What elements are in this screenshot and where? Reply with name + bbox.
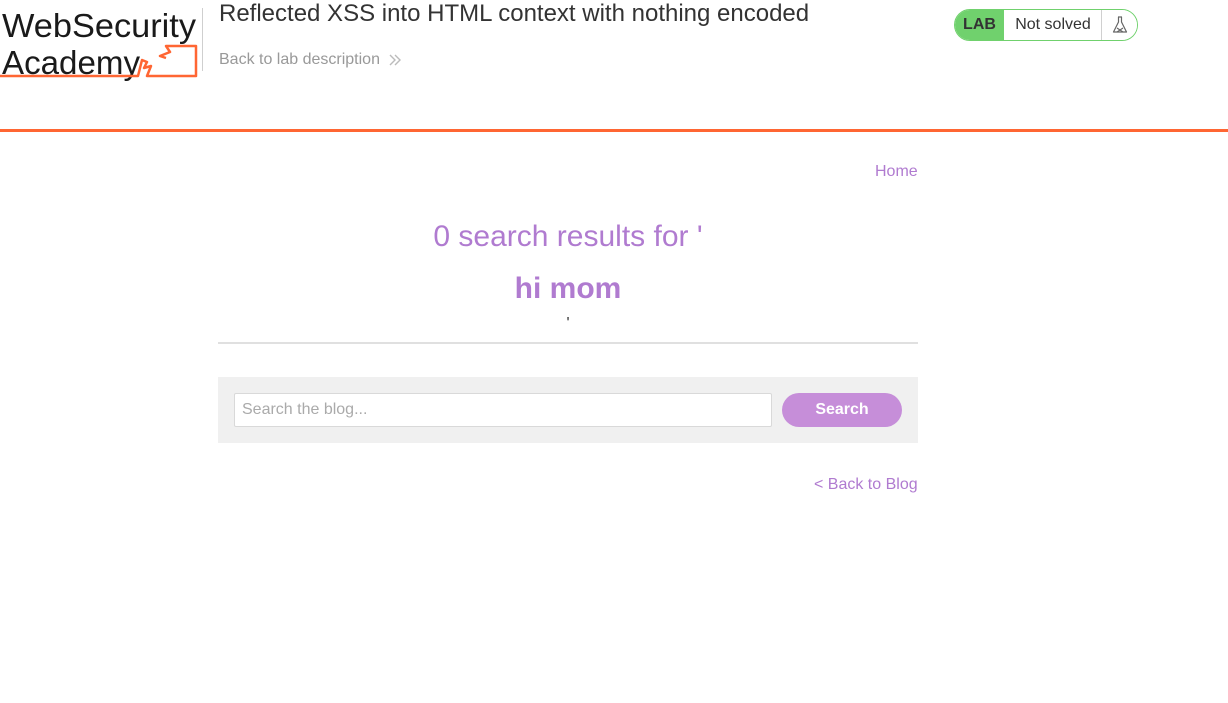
flask-icon	[1112, 16, 1128, 33]
search-panel: Search	[218, 377, 918, 443]
home-link[interactable]: Home	[875, 163, 918, 181]
lab-title: Reflected XSS into HTML context with not…	[219, 0, 810, 27]
search-term: hi mom	[514, 272, 622, 305]
back-to-blog-link[interactable]: < Back to Blog	[814, 476, 918, 494]
page: WebSecurity Academy Reflected XSS into H…	[0, 0, 1228, 703]
logo-divider	[202, 8, 203, 71]
double-chevron-right-icon	[389, 54, 401, 66]
web-security-academy-logo[interactable]: WebSecurity Academy	[0, 6, 202, 82]
back-to-lab-description-link[interactable]: Back to lab description	[219, 51, 402, 69]
lab-status-widget: LAB Not solved	[954, 9, 1138, 41]
results-divider	[218, 342, 918, 344]
lab-status-text: Not solved	[1015, 16, 1091, 33]
header: WebSecurity Academy Reflected XSS into H…	[0, 0, 1228, 132]
back-link-label: Back to lab description	[219, 51, 380, 68]
flask-button[interactable]	[1101, 10, 1137, 40]
search-input[interactable]	[234, 393, 772, 427]
search-term-closing-quote: '	[566, 315, 570, 332]
lab-tag: LAB	[955, 10, 1004, 40]
search-results-heading: 0 search results for '	[433, 220, 703, 253]
logo-text-line1: WebSecurity	[2, 7, 197, 44]
search-button[interactable]: Search	[782, 393, 902, 427]
header-accent-rule	[0, 129, 1228, 132]
